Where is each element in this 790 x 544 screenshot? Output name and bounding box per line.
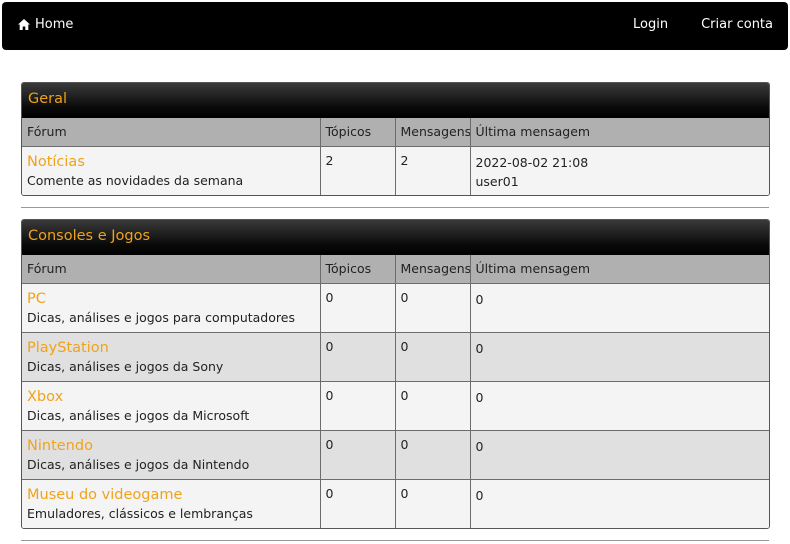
section-title: Consoles e Jogos bbox=[22, 220, 769, 255]
section-divider bbox=[21, 207, 769, 208]
col-messages: Mensagens bbox=[395, 118, 471, 147]
forum-link-playstation[interactable]: PlayStation bbox=[27, 339, 319, 357]
topics-count: 0 bbox=[320, 332, 396, 382]
forum-description: Emuladores, clássicos e lembranças bbox=[27, 505, 253, 521]
table-header-row: Fórum Tópicos Mensagens Última mensagem bbox=[22, 118, 769, 147]
forum-cell: PC Dicas, análises e jogos para computad… bbox=[22, 283, 321, 333]
messages-count: 0 bbox=[395, 381, 471, 431]
forum-cell: Notícias Comente as novidades da semana bbox=[22, 146, 321, 195]
topics-count: 0 bbox=[320, 479, 396, 528]
register-link[interactable]: Criar conta bbox=[701, 17, 773, 32]
table-row: Notícias Comente as novidades da semana … bbox=[22, 146, 769, 195]
forum-link-pc[interactable]: PC bbox=[27, 290, 319, 308]
last-message-date: 0 bbox=[475, 438, 484, 454]
forum-cell: Xbox Dicas, análises e jogos da Microsof… bbox=[22, 381, 321, 431]
messages-count: 0 bbox=[395, 479, 471, 528]
col-topics: Tópicos bbox=[320, 255, 396, 284]
table-row: Nintendo Dicas, análises e jogos da Nint… bbox=[22, 430, 769, 480]
login-link[interactable]: Login bbox=[633, 17, 668, 32]
forum-cell: Nintendo Dicas, análises e jogos da Nint… bbox=[22, 430, 321, 480]
col-forum: Fórum bbox=[22, 255, 321, 284]
table-row: Xbox Dicas, análises e jogos da Microsof… bbox=[22, 381, 769, 431]
table-row: PC Dicas, análises e jogos para computad… bbox=[22, 283, 769, 333]
col-last-message: Última mensagem bbox=[470, 118, 769, 147]
last-message-cell: 0 bbox=[470, 381, 769, 431]
home-icon bbox=[18, 19, 30, 30]
last-message-date: 0 bbox=[475, 340, 484, 356]
topics-count: 2 bbox=[320, 146, 396, 195]
col-last-message: Última mensagem bbox=[470, 255, 769, 284]
section-divider bbox=[21, 540, 769, 541]
messages-count: 0 bbox=[395, 332, 471, 382]
messages-count: 0 bbox=[395, 430, 471, 480]
col-messages: Mensagens bbox=[395, 255, 471, 284]
last-message-cell: 0 bbox=[470, 479, 769, 528]
last-message-cell: 2022-08-02 21:08 user01 bbox=[470, 146, 769, 195]
topics-count: 0 bbox=[320, 381, 396, 431]
messages-count: 2 bbox=[395, 146, 471, 195]
col-topics: Tópicos bbox=[320, 118, 396, 147]
nav-home-label: Home bbox=[35, 17, 74, 32]
last-message-cell: 0 bbox=[470, 332, 769, 382]
forum-description: Dicas, análises e jogos da Microsoft bbox=[27, 407, 250, 423]
last-message-date: 2022-08-02 21:08 bbox=[475, 154, 589, 170]
last-message-date: 0 bbox=[475, 389, 484, 405]
forum-table: Fórum Tópicos Mensagens Última mensagem … bbox=[22, 118, 769, 195]
section-title: Geral bbox=[22, 83, 769, 118]
topics-count: 0 bbox=[320, 283, 396, 333]
forum-section-geral: Geral Fórum Tópicos Mensagens Última men… bbox=[21, 82, 770, 196]
topics-count: 0 bbox=[320, 430, 396, 480]
table-row: PlayStation Dicas, análises e jogos da S… bbox=[22, 332, 769, 382]
forum-cell: Museu do videogame Emuladores, clássicos… bbox=[22, 479, 321, 528]
table-header-row: Fórum Tópicos Mensagens Última mensagem bbox=[22, 255, 769, 284]
forum-section-consoles: Consoles e Jogos Fórum Tópicos Mensagens… bbox=[21, 219, 770, 529]
forum-table: Fórum Tópicos Mensagens Última mensagem … bbox=[22, 255, 769, 528]
last-message-user[interactable]: user01 bbox=[476, 172, 770, 191]
forum-link-noticias[interactable]: Notícias bbox=[27, 153, 319, 171]
messages-count: 0 bbox=[395, 283, 471, 333]
last-message-date: 0 bbox=[475, 291, 484, 307]
forum-description: Dicas, análises e jogos da Nintendo bbox=[27, 456, 250, 472]
nav-home-link[interactable]: Home bbox=[18, 17, 73, 32]
forum-link-nintendo[interactable]: Nintendo bbox=[27, 437, 319, 455]
forum-description: Dicas, análises e jogos da Sony bbox=[27, 358, 224, 374]
forum-description: Comente as novidades da semana bbox=[27, 172, 244, 188]
forum-cell: PlayStation Dicas, análises e jogos da S… bbox=[22, 332, 321, 382]
forum-link-museu[interactable]: Museu do videogame bbox=[27, 486, 319, 504]
forum-link-xbox[interactable]: Xbox bbox=[27, 388, 319, 406]
last-message-cell: 0 bbox=[470, 283, 769, 333]
table-row: Museu do videogame Emuladores, clássicos… bbox=[22, 479, 769, 528]
last-message-cell: 0 bbox=[470, 430, 769, 480]
last-message-date: 0 bbox=[475, 487, 484, 503]
col-forum: Fórum bbox=[22, 118, 321, 147]
nav-account-links: Login Criar conta bbox=[633, 17, 773, 32]
top-navbar: Home Login Criar conta bbox=[2, 2, 788, 50]
forum-description: Dicas, análises e jogos para computadore… bbox=[27, 309, 295, 325]
